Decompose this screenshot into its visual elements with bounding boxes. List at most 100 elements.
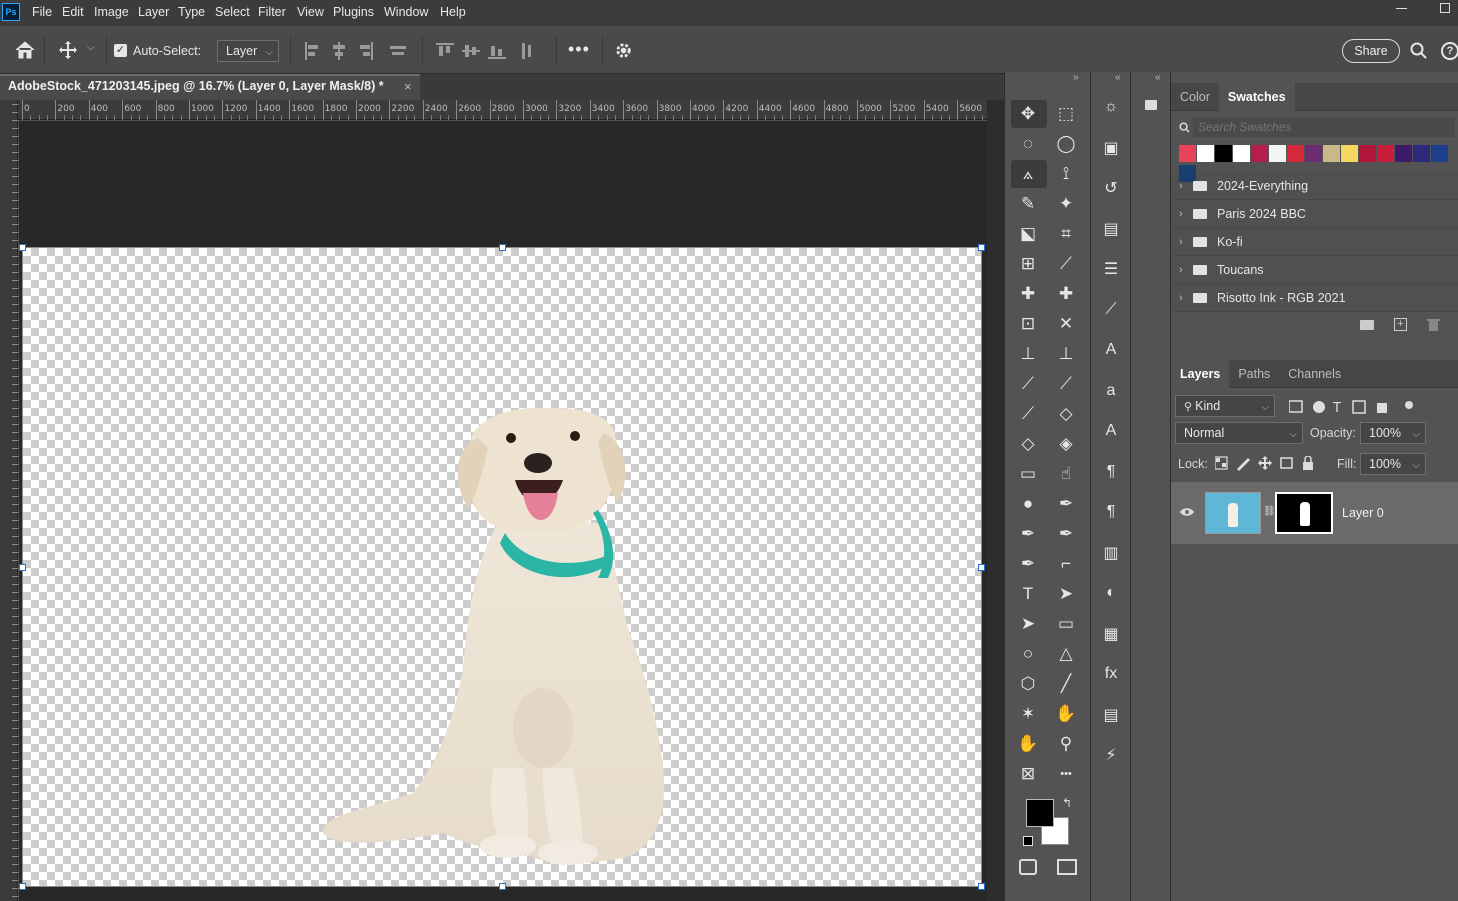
rotate-view-icon[interactable]: ✋ — [1013, 731, 1043, 757]
color-swatch[interactable] — [1377, 145, 1394, 162]
layer-filter-dropdown[interactable]: ⚲ Kind ⌵ — [1175, 395, 1275, 417]
polygonal-lasso-icon[interactable]: ⟑ — [1013, 161, 1043, 187]
color-swatch[interactable] — [1251, 145, 1268, 162]
menu-layer[interactable]: Layer — [138, 5, 169, 19]
layer-row[interactable]: ⛓ Layer 0 — [1171, 482, 1458, 544]
document-canvas[interactable] — [22, 247, 982, 887]
menu-image[interactable]: Image — [94, 5, 129, 19]
transform-handle[interactable] — [19, 883, 26, 890]
color-swatch[interactable] — [1179, 145, 1196, 162]
transform-handle[interactable] — [978, 244, 985, 251]
document-tab[interactable]: AdobeStock_471203145.jpeg @ 16.7% (Layer… — [0, 74, 420, 100]
share-button[interactable]: Share — [1342, 39, 1400, 63]
menu-plugins[interactable]: Plugins — [333, 5, 374, 19]
color-swatch[interactable] — [1287, 145, 1304, 162]
crop-tool-icon[interactable]: ⌗ — [1051, 221, 1081, 247]
color-swatch[interactable] — [1341, 145, 1358, 162]
layer-filter-icons[interactable]: T — [1289, 400, 1429, 414]
quick-mask-icon[interactable] — [1019, 859, 1037, 875]
transform-handle[interactable] — [978, 564, 985, 571]
color-swatch[interactable] — [1197, 145, 1214, 162]
swap-colors-icon[interactable]: ↰ — [1062, 796, 1072, 810]
zoom-tool-icon[interactable]: ⚲ — [1051, 731, 1081, 757]
font-icon[interactable]: A — [1096, 418, 1126, 444]
maximize-icon[interactable] — [1440, 3, 1450, 13]
menu-view[interactable]: View — [297, 5, 324, 19]
quick-selection-icon[interactable]: ✎ — [1013, 191, 1043, 217]
freeform-pen-icon[interactable]: ✒ — [1013, 521, 1043, 547]
menu-type[interactable]: Type — [178, 5, 205, 19]
path-selection-icon[interactable]: ➤ — [1013, 611, 1043, 637]
foreground-color-swatch[interactable] — [1026, 799, 1054, 827]
swatch-group[interactable]: › Paris 2024 BBC — [1171, 200, 1458, 228]
frame-tool-icon[interactable]: ⊠ — [1013, 761, 1043, 787]
fx-icon[interactable]: fx — [1096, 661, 1126, 687]
gradients-icon[interactable]: ▥ — [1096, 540, 1126, 566]
menu-edit[interactable]: Edit — [62, 5, 84, 19]
perspective-crop-icon[interactable]: ⊞ — [1013, 251, 1043, 277]
smudge-tool-icon[interactable]: ☝ — [1051, 461, 1081, 487]
convert-point-icon[interactable]: ⌐ — [1051, 551, 1081, 577]
curvature-pen-icon[interactable]: ✒ — [1051, 521, 1081, 547]
layer-name[interactable]: Layer 0 — [1342, 506, 1384, 520]
chevron-right-icon[interactable]: › — [1179, 236, 1193, 248]
link-icon[interactable]: ⛓ — [1263, 506, 1276, 517]
lock-icons[interactable] — [1215, 456, 1315, 471]
transform-handle[interactable] — [19, 244, 26, 251]
chevron-right-icon[interactable]: › — [1179, 264, 1193, 276]
swatch-group[interactable]: › 2024-Everything — [1171, 172, 1458, 200]
polygon-tool-icon[interactable]: ⬡ — [1013, 671, 1043, 697]
transform-handle[interactable] — [19, 564, 26, 571]
close-icon[interactable]: × — [404, 79, 412, 94]
tab-layers[interactable]: Layers — [1171, 359, 1230, 388]
magic-wand-icon[interactable]: ✦ — [1051, 191, 1081, 217]
color-swatch[interactable] — [1269, 145, 1286, 162]
layer-mask-thumbnail[interactable] — [1275, 492, 1333, 534]
menu-help[interactable]: Help — [440, 5, 466, 19]
patterns-icon[interactable]: ◐ — [1096, 580, 1126, 606]
brush-settings-icon[interactable]: ⟋ — [1096, 297, 1126, 323]
transform-handle[interactable] — [499, 244, 506, 251]
chevron-down-icon[interactable]: ⌵ — [87, 42, 95, 53]
color-swatch[interactable] — [1305, 145, 1322, 162]
transform-handle[interactable] — [499, 883, 506, 890]
minimize-icon[interactable] — [1396, 8, 1407, 9]
clone-stamp-icon[interactable]: ⊥ — [1013, 341, 1043, 367]
marquee-tool-icon[interactable]: ⬚ — [1051, 101, 1081, 127]
glyphs-icon[interactable]: a — [1096, 378, 1126, 404]
direct-selection-icon[interactable]: ➤ — [1051, 581, 1081, 607]
collapse-icon[interactable]: « — [1155, 72, 1161, 83]
chevron-right-icon[interactable]: › — [1179, 292, 1193, 304]
menu-filter[interactable]: Filter — [258, 5, 286, 19]
menu-select[interactable]: Select — [215, 5, 250, 19]
healing-brush-icon[interactable]: ✚ — [1051, 281, 1081, 307]
move-tool-icon[interactable] — [58, 40, 78, 60]
fill-field[interactable]: 100% ⌵ — [1360, 453, 1426, 475]
object-selection-icon[interactable]: ⬕ — [1013, 221, 1043, 247]
home-icon[interactable] — [14, 40, 36, 60]
color-swatch[interactable] — [1395, 145, 1412, 162]
eye-icon[interactable] — [1180, 507, 1194, 517]
gear-icon[interactable] — [614, 41, 633, 60]
navigator-icon[interactable]: ▣ — [1096, 135, 1126, 161]
hand-tool-icon[interactable]: ✋ — [1051, 701, 1081, 727]
background-eraser-icon[interactable]: ◇ — [1013, 431, 1043, 457]
default-colors-icon[interactable] — [1023, 836, 1033, 846]
color-swatch[interactable] — [1215, 145, 1232, 162]
eraser-icon[interactable]: ◇ — [1051, 401, 1081, 427]
libraries-icon[interactable] — [1145, 100, 1157, 110]
properties-icon[interactable]: ▤ — [1096, 216, 1126, 242]
gradient-tool-icon[interactable]: ▭ — [1013, 461, 1043, 487]
blend-mode-dropdown[interactable]: Normal ⌵ — [1175, 422, 1303, 444]
move-tool-icon[interactable]: ✥ — [1013, 101, 1043, 127]
trash-icon[interactable] — [1427, 318, 1440, 332]
line-tool-icon[interactable]: ╱ — [1051, 671, 1081, 697]
paint-bucket-icon[interactable]: ◈ — [1051, 431, 1081, 457]
auto-select-checkbox[interactable]: ✓ — [114, 44, 127, 57]
opacity-field[interactable]: 100% ⌵ — [1360, 422, 1426, 444]
character-icon[interactable]: A — [1096, 337, 1126, 363]
mixer-brush-icon[interactable]: ⟋ — [1013, 401, 1043, 427]
tab-swatches[interactable]: Swatches — [1218, 82, 1295, 111]
more-options-icon[interactable]: ••• — [568, 39, 590, 60]
paragraph-icon[interactable]: ¶ — [1096, 459, 1126, 485]
